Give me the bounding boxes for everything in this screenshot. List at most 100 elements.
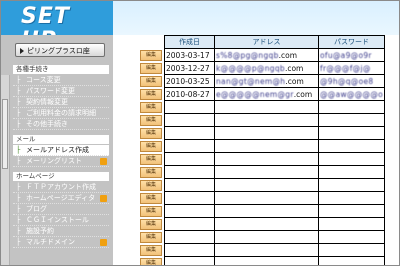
new-badge-icon [100,239,107,246]
address-domain: .com [278,50,298,60]
edit-button[interactable]: 編集 [140,179,162,191]
address-cell [214,191,319,205]
sidebar-item-label: ホームページエディタ [26,194,96,202]
password-cell [317,256,386,265]
sidebar-item[interactable]: ├ メールアドレス作成 [13,145,109,156]
sidebar-item[interactable]: ├ その他手続き [13,119,109,130]
date-cell [164,204,215,218]
address-cell [214,100,319,114]
password-cell [317,191,386,205]
sidebar-item-label: 施設予約 [26,227,54,235]
address-masked: s%8@pg@ngqb [216,50,279,60]
edit-button[interactable]: 編集 [140,244,162,256]
password-masked: @9h@q@oe8 [320,76,374,86]
edit-cell: 編集 [140,61,165,75]
date-cell [164,256,215,265]
edit-cell: 編集 [140,152,165,166]
table-row: 編集 [140,113,386,127]
app-window: SET UP ピリングプラスロ座 各種手続き ├ コース変更 ├ パスワード変更 ├ 契約情… [0,0,400,266]
sidebar-item[interactable]: ├ ご利用料金の請求明細 [13,108,109,119]
column-header-address: アドレス [214,35,319,49]
sidebar-item[interactable]: ├ 契約情報変更 [13,97,109,108]
edit-cell: 編集 [140,87,165,101]
edit-button[interactable]: 編集 [140,205,162,217]
sidebar-item[interactable]: ├ ホームページエディタ [13,193,109,204]
edit-button[interactable]: 編集 [140,153,162,165]
sidebar-section-title: メール [13,135,109,144]
edit-button[interactable]: 編集 [140,257,162,265]
edit-button[interactable]: 編集 [140,114,162,126]
sidebar-item[interactable]: ├ ＦＴＰアカウント作成 [13,182,109,193]
edit-button[interactable]: 編集 [140,75,162,87]
edit-button[interactable]: 編集 [140,192,162,204]
table-row: 編集 [140,217,386,231]
address-cell [214,230,319,244]
password-cell [317,230,386,244]
sidebar-item[interactable]: ├ 施設予約 [13,226,109,237]
edit-button[interactable]: 編集 [140,140,162,152]
password-cell [317,152,386,166]
address-domain: .com [285,76,304,86]
sidebar-item[interactable]: ├ ＣＧＩインストール [13,215,109,226]
tree-branch-icon: ├ [16,157,21,165]
password-cell [317,139,386,153]
address-cell [214,126,319,140]
edit-button[interactable]: 編集 [140,231,162,243]
address-cell [214,178,319,192]
table-row: 編集 [140,191,386,205]
sidebar-item-label: メーリングリスト [26,157,82,165]
sidebar-item-label: 契約情報変更 [26,98,68,106]
date-cell: 2010-08-27 [164,87,215,101]
address-cell [214,165,319,179]
date-cell: 2003-03-17 [164,48,215,62]
sidebar-item[interactable]: ├ パスワード変更 [13,86,109,97]
header-bar: SET UP [1,1,399,53]
sidebar-item[interactable]: ├ マルチドメイン [13,237,109,248]
sidebar-item-label: ブログ [26,205,47,213]
tree-branch-icon: ├ [16,205,21,213]
edit-button[interactable]: 編集 [140,62,162,74]
edit-cell: 編集 [140,256,165,265]
edit-button[interactable]: 編集 [140,101,162,113]
edit-button[interactable]: 編集 [140,127,162,139]
sidebar-item[interactable]: ├ ブログ [13,204,109,215]
sidebar-scrollbar[interactable] [1,75,10,265]
billing-plus-button[interactable]: ピリングプラスロ座 [15,43,105,57]
date-cell [164,217,215,231]
address-cell [214,139,319,153]
setup-logo: SET UP [21,5,101,53]
sidebar-section-title: 各種手続き [13,65,109,74]
password-cell [317,204,386,218]
date-cell [164,126,215,140]
sidebar-item-label: その他手続き [26,120,68,128]
date-cell: 2003-12-27 [164,61,215,75]
edit-button[interactable]: 編集 [140,49,162,61]
password-cell [317,178,386,192]
password-cell [317,113,386,127]
tree-branch-icon: ├ [16,109,21,117]
password-cell [317,243,386,257]
date-cell [164,230,215,244]
edit-button[interactable]: 編集 [140,218,162,230]
edit-button[interactable]: 編集 [140,88,162,100]
edit-cell: 編集 [140,139,165,153]
edit-button[interactable]: 編集 [140,166,162,178]
date-cell [164,165,215,179]
edit-cell: 編集 [140,113,165,127]
table-row: 編集 [140,230,386,244]
sidebar-item[interactable]: ├ コース変更 [13,75,109,86]
tree-branch-icon: ├ [16,216,21,224]
table-row: 編集 [140,100,386,114]
password-masked: fr@@@f@j@ [320,63,371,73]
scrollbar-thumb[interactable] [2,99,8,169]
sidebar-item-label: ＦＴＰアカウント作成 [26,183,96,191]
table-row: 編集 2010-08-27 e@@@@@nem@gr.com @@aw@@@@o [140,87,386,101]
sidebar-item[interactable]: ├ メーリングリスト [13,156,109,167]
tree-branch-icon: ├ [16,87,21,95]
edit-cell: 編集 [140,100,165,114]
date-cell [164,191,215,205]
table-row: 編集 2003-12-27 k@@@@p@ngqb.com fr@@@f@j@ [140,61,386,75]
address-domain: .com [284,63,304,73]
password-cell [317,165,386,179]
table-header-row: 作成日 アドレス パスワード [140,35,386,49]
